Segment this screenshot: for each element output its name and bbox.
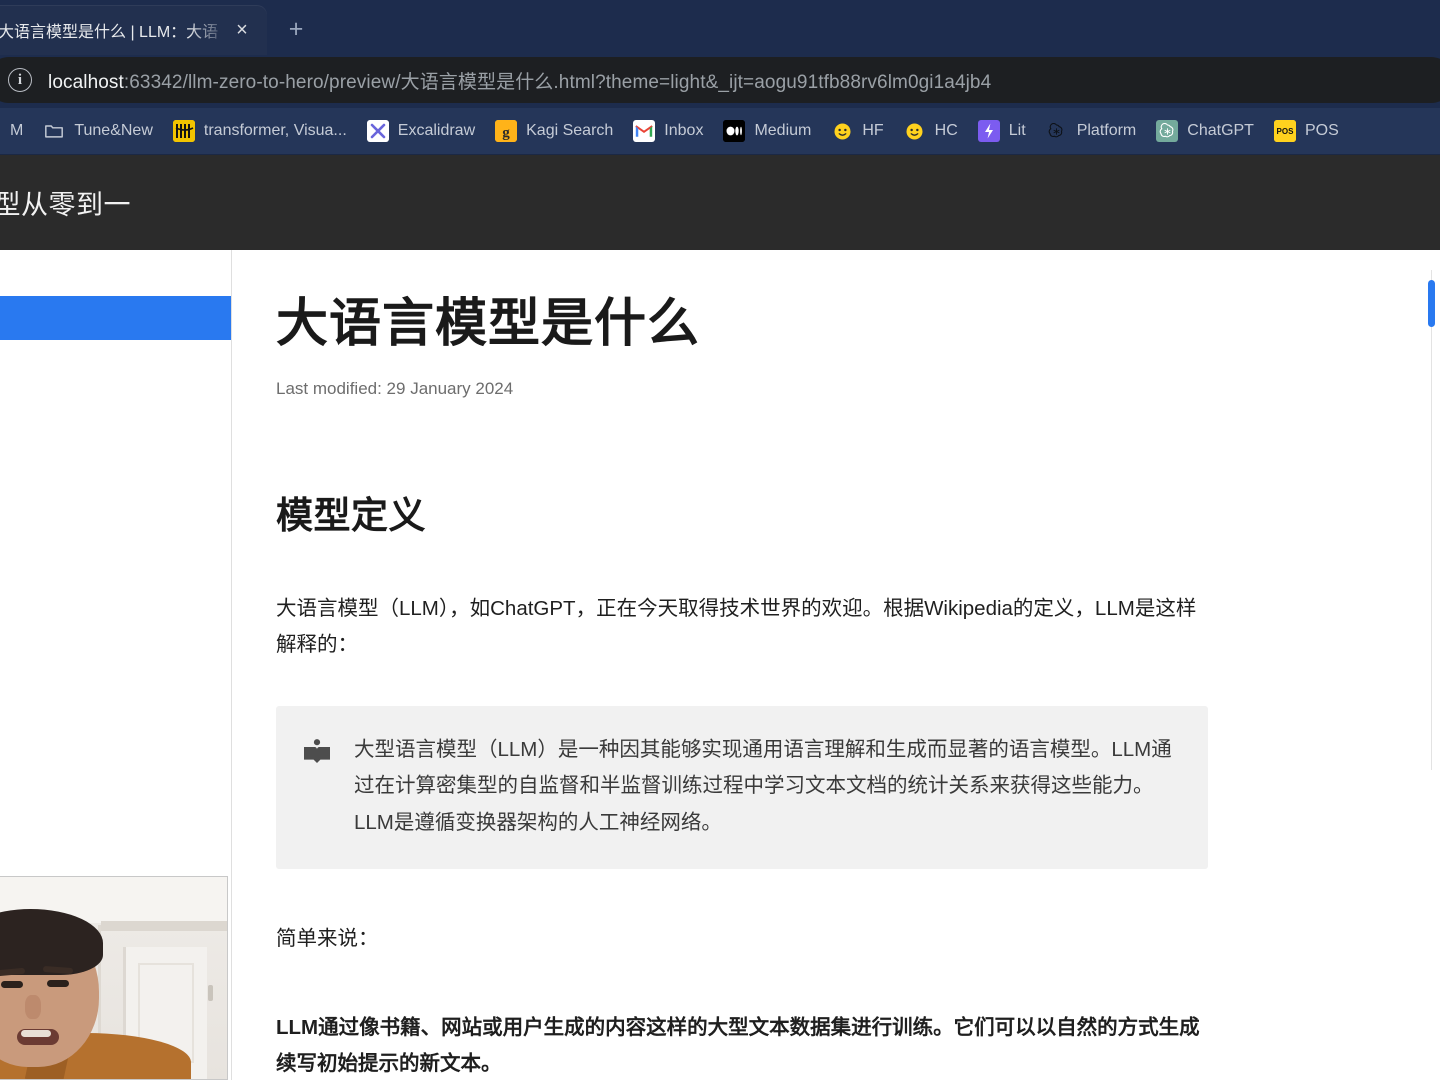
bookmark-item[interactable]: transformer, Visua... bbox=[163, 114, 357, 148]
bookmark-label: transformer, Visua... bbox=[203, 122, 347, 139]
lit-icon bbox=[977, 120, 1000, 142]
omnibox-row: i localhost:63342/llm-zero-to-hero/previ… bbox=[0, 55, 1440, 108]
intro-paragraph: 大语言模型（LLM），如ChatGPT，正在今天取得技术世界的欢迎。根据Wiki… bbox=[276, 597, 1197, 657]
bookmark-item[interactable]: M bbox=[0, 114, 33, 148]
bookmark-item[interactable]: g Kagi Search bbox=[485, 114, 623, 148]
scrollbar-thumb[interactable] bbox=[1428, 280, 1435, 327]
bookmark-label: POS bbox=[1304, 122, 1339, 139]
tab-strip: 大语言模型是什么 | LLM：大语 × + bbox=[0, 0, 1440, 55]
bookmark-item[interactable]: HF bbox=[821, 114, 893, 148]
webcam-overlay[interactable] bbox=[0, 876, 228, 1080]
excalidraw-icon bbox=[366, 120, 389, 142]
folder-icon bbox=[43, 120, 65, 142]
site-header-title: 模型从零到一 bbox=[0, 190, 131, 220]
bookmark-label: Tune&New bbox=[74, 122, 153, 139]
page-body: 什么 大语言模型是什么 Last modified: 29 January 20… bbox=[0, 250, 1440, 1080]
page-title: 大语言模型是什么 bbox=[276, 295, 701, 353]
gmail-icon bbox=[633, 120, 656, 142]
bookmark-label: Kagi Search bbox=[526, 122, 614, 139]
webcam-video bbox=[0, 877, 227, 1079]
bookmark-label: Medium bbox=[754, 122, 812, 139]
close-icon[interactable]: × bbox=[229, 17, 255, 43]
bookmark-item[interactable]: Excalidraw bbox=[357, 114, 485, 148]
bookmark-item[interactable]: Tune&New bbox=[33, 114, 163, 148]
url-text: localhost:63342/llm-zero-to-hero/preview… bbox=[48, 67, 991, 94]
main-content: 大语言模型是什么 Last modified: 29 January 2024 … bbox=[232, 250, 1440, 1080]
sidebar-item-what-is-llm[interactable]: 什么 bbox=[0, 296, 231, 340]
last-modified: Last modified: 29 January 2024 bbox=[276, 379, 514, 398]
browser-window: 大语言模型是什么 | LLM：大语 × + i localhost:63342/… bbox=[0, 0, 1440, 1080]
bookmark-label: HF bbox=[862, 122, 884, 139]
bookmark-item[interactable]: HC bbox=[894, 114, 968, 148]
bookmark-item[interactable]: Lit bbox=[968, 114, 1036, 148]
bookmark-item[interactable]: Inbox bbox=[623, 114, 713, 148]
pos-icon: POS bbox=[1273, 120, 1296, 142]
quote-text: 大型语言模型（LLM）是一种因其能够实现通用语言理解和生成而显著的语言模型。LL… bbox=[354, 737, 1172, 834]
chatgpt-icon bbox=[1156, 120, 1179, 142]
bookmark-label: ChatGPT bbox=[1187, 122, 1254, 139]
bookmark-label: HC bbox=[934, 122, 958, 139]
bookmark-label: Excalidraw bbox=[397, 122, 476, 139]
browser-tab-active[interactable]: 大语言模型是什么 | LLM：大语 × bbox=[0, 5, 267, 55]
address-bar[interactable]: i localhost:63342/llm-zero-to-hero/previ… bbox=[0, 57, 1440, 103]
simple-lead-paragraph: 简单来说： bbox=[276, 927, 379, 951]
new-tab-button[interactable]: + bbox=[279, 12, 313, 46]
bookmark-item[interactable]: Platform bbox=[1036, 114, 1147, 148]
tab-title: 大语言模型是什么 | LLM：大语 bbox=[0, 24, 219, 41]
bookmark-label: Platform bbox=[1076, 122, 1137, 139]
openai-platform-icon bbox=[1046, 120, 1068, 142]
bookmark-label: Inbox bbox=[664, 122, 704, 139]
quote-callout: 大型语言模型（LLM）是一种因其能够实现通用语言理解和生成而显著的语言模型。LL… bbox=[276, 705, 1208, 870]
open-book-icon bbox=[302, 738, 332, 768]
medium-icon bbox=[723, 120, 746, 142]
svg-text:g: g bbox=[502, 125, 510, 141]
section-heading-model-definition: 模型定义 bbox=[276, 495, 426, 536]
page-viewport: 模型从零到一 什么 大语言模型是什么 Last modified: 29 Jan… bbox=[0, 155, 1440, 1080]
page-scrollbar[interactable] bbox=[1428, 250, 1435, 1080]
site-info-icon[interactable]: i bbox=[8, 68, 32, 92]
bookmark-item[interactable]: ChatGPT bbox=[1146, 114, 1264, 148]
url-host: localhost bbox=[48, 71, 124, 93]
bookmark-label: Lit bbox=[1008, 122, 1026, 139]
bookmark-item[interactable]: POS POS bbox=[1264, 114, 1349, 148]
svg-text:POS: POS bbox=[1277, 127, 1295, 136]
bookmarks-bar: M Tune&New transformer, Visua... Excalidraw… bbox=[0, 108, 1440, 155]
site-header: 模型从零到一 bbox=[0, 155, 1440, 250]
bookmark-item[interactable]: Medium bbox=[713, 114, 821, 148]
transformer-icon bbox=[172, 120, 195, 142]
huggingface-icon bbox=[831, 120, 853, 142]
bold-paragraph: LLM通过像书籍、网站或用户生成的内容这样的大型文本数据集进行训练。它们可以以自… bbox=[276, 1015, 1200, 1076]
kagi-icon: g bbox=[495, 120, 518, 142]
scrollbar-track-line bbox=[1431, 270, 1432, 770]
bookmark-label: M bbox=[10, 122, 24, 139]
huggingchat-icon bbox=[904, 120, 926, 142]
url-path: :63342/llm-zero-to-hero/preview/大语言模型是什么… bbox=[123, 71, 992, 93]
